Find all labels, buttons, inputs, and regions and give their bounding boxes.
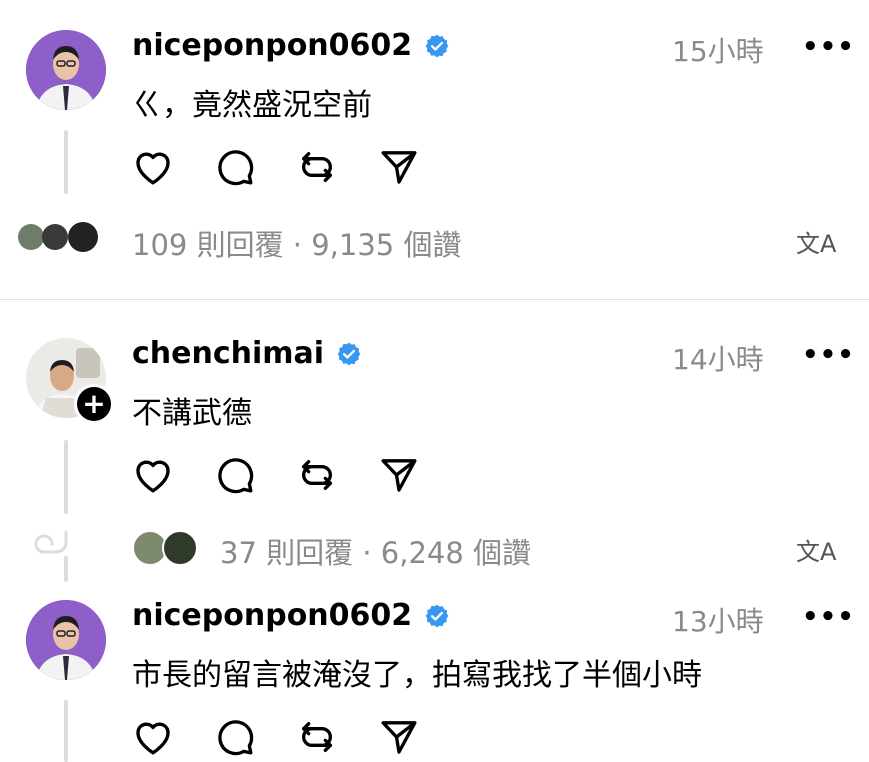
timestamp: 15小時 (672, 35, 764, 68)
post-stats[interactable]: 109 則回覆 · 9,135 個讚 (132, 222, 461, 264)
avatar[interactable] (26, 30, 106, 110)
more-options-icon[interactable]: ••• (802, 602, 855, 632)
heart-icon (136, 722, 170, 755)
reply-button[interactable] (214, 454, 256, 496)
repost-button[interactable] (296, 146, 338, 188)
username[interactable]: chenchimai (132, 336, 362, 371)
thread-loop-icon (34, 530, 68, 554)
translate-icon[interactable]: 文A (796, 224, 836, 259)
post-stats[interactable]: 37 則回覆 · 6,248 個讚 (220, 530, 531, 572)
username[interactable]: niceponpon0602 (132, 28, 450, 63)
thread-line (64, 440, 68, 514)
repost-icon (302, 722, 332, 752)
like-button[interactable] (132, 454, 174, 496)
plus-icon: + (82, 387, 106, 420)
username-text[interactable]: niceponpon0602 (132, 28, 412, 63)
share-button[interactable] (378, 716, 420, 758)
repost-icon (302, 460, 332, 490)
thread-line (64, 700, 68, 762)
comment-icon (218, 150, 254, 186)
avatar (162, 530, 198, 566)
repost-button[interactable] (296, 454, 338, 496)
heart-icon (136, 152, 170, 185)
post-text: 不講武德 (132, 396, 252, 431)
send-icon (381, 151, 417, 184)
action-bar (132, 716, 420, 758)
action-bar (132, 146, 420, 188)
share-button[interactable] (378, 146, 420, 188)
send-icon (381, 459, 417, 492)
verified-badge-icon (425, 34, 449, 57)
like-button[interactable] (132, 146, 174, 188)
action-bar (132, 454, 420, 496)
timestamp: 13小時 (672, 605, 764, 638)
repost-button[interactable] (296, 716, 338, 758)
verified-badge-icon (337, 342, 361, 365)
verified-badge-icon (425, 604, 449, 627)
replier-avatars[interactable] (18, 222, 118, 252)
send-icon (381, 721, 417, 754)
avatar[interactable] (26, 600, 106, 680)
username[interactable]: niceponpon0602 (132, 598, 450, 633)
follow-button[interactable]: + (74, 384, 114, 424)
divider (0, 299, 869, 300)
like-button[interactable] (132, 716, 174, 758)
post-text: ㄍ，竟然盛況空前 (132, 88, 372, 123)
thread-line (64, 130, 68, 194)
more-options-icon[interactable]: ••• (802, 32, 855, 62)
more-options-icon[interactable]: ••• (802, 340, 855, 370)
username-text[interactable]: chenchimai (132, 336, 324, 371)
replier-avatars[interactable] (132, 528, 204, 566)
thread-line (64, 556, 68, 582)
reply-button[interactable] (214, 716, 256, 758)
share-button[interactable] (378, 454, 420, 496)
translate-icon[interactable]: 文A (796, 532, 836, 567)
heart-icon (136, 460, 170, 493)
avatar (68, 222, 98, 252)
comment-icon (218, 720, 254, 756)
avatar (18, 224, 44, 250)
comment-icon (218, 458, 254, 494)
username-text[interactable]: niceponpon0602 (132, 598, 412, 633)
reply-button[interactable] (214, 146, 256, 188)
timestamp: 14小時 (672, 343, 764, 376)
avatar (42, 224, 68, 250)
repost-icon (302, 152, 332, 182)
post-text: 市長的留言被淹沒了，拍寫我找了半個小時 (132, 658, 702, 693)
